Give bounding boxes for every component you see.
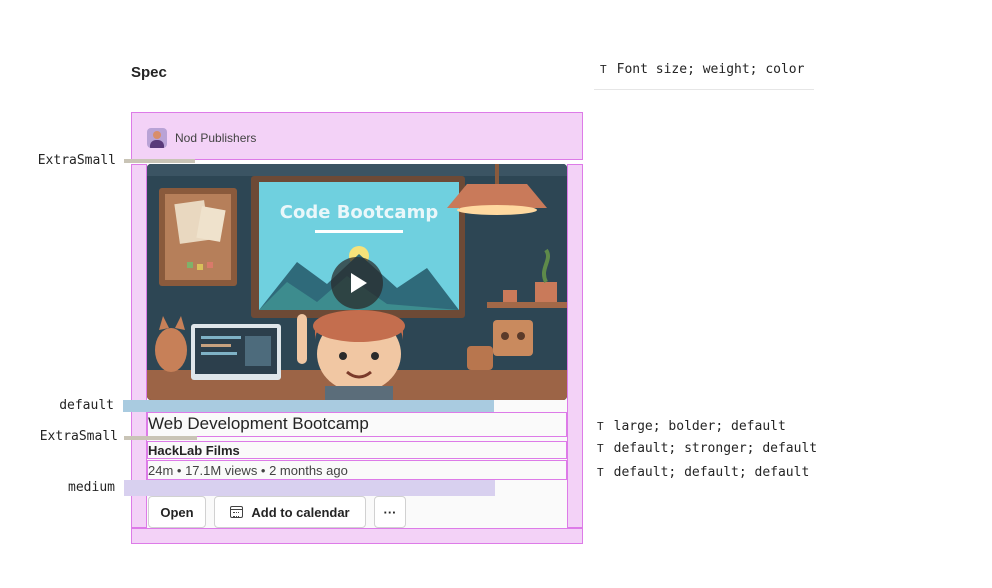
spec-heading: Spec [131,64,167,81]
person-avatar-icon [147,128,167,148]
legend-divider [594,89,814,90]
bottom-padding-region [131,528,583,544]
spacing-label-actions: medium [68,480,115,495]
calendar-icon [230,506,244,518]
typography-title-spec: T large; bolder; default [597,419,786,434]
text-style-icon: T [597,466,604,479]
thumbnail-headline: Code Bootcamp [280,202,439,223]
spacing-bar-header [124,159,195,163]
left-padding-region [131,164,147,528]
card-title: Web Development Bootcamp [148,414,369,433]
spacing-bar-actions [124,480,495,496]
play-icon [351,273,367,293]
publisher-name: Nod Publishers [175,131,257,145]
typography-subtitle-spec: T default; stronger; default [597,441,817,456]
spacing-label-header: ExtraSmall [37,153,116,168]
legend-text: Font size; weight; color [616,62,805,77]
typography-legend: T Font size; weight; color [600,62,804,77]
add-to-calendar-label: Add to calendar [251,504,350,520]
typography-title-text: large; bolder; default [613,419,786,434]
play-button[interactable] [331,257,383,309]
text-style-icon: T [597,442,604,455]
card-meta: 24m • 17.1M views • 2 months ago [148,463,348,478]
spacing-bar-text [124,436,197,440]
text-style-icon: T [600,63,607,76]
open-button[interactable]: Open [148,496,206,528]
card-subtitle: HackLab Films [148,443,240,458]
typography-meta-text: default; default; default [613,465,810,480]
right-padding-region [567,164,583,528]
spacing-label-text: ExtraSmall [39,429,118,444]
spacing-bar-image [123,400,494,412]
text-style-icon: T [597,420,604,433]
more-options-button[interactable]: ··· [374,496,406,528]
spacing-label-image: default [59,398,114,413]
typography-subtitle-text: default; stronger; default [613,441,818,456]
add-to-calendar-button[interactable]: Add to calendar [214,496,366,528]
typography-meta-spec: T default; default; default [597,465,809,480]
publisher-header: Nod Publishers [147,128,256,148]
